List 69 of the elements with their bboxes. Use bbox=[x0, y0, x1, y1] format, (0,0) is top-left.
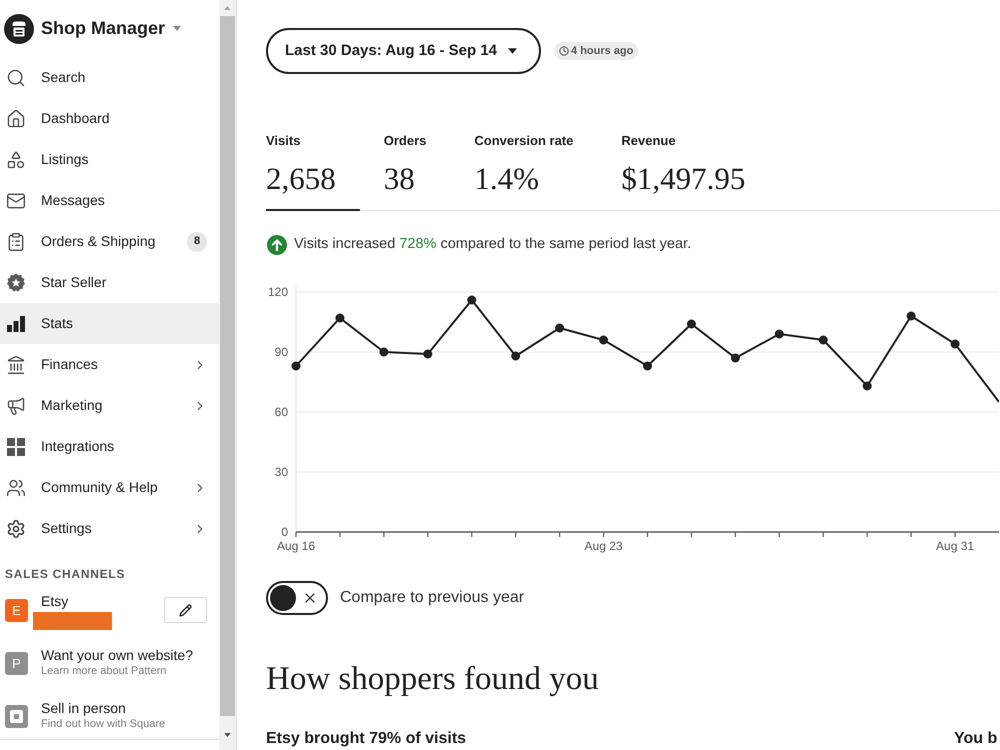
data-point bbox=[599, 336, 608, 344]
promo-link[interactable]: Want your own website? bbox=[41, 646, 193, 664]
metric-tab[interactable]: Revenue $1,497.95 bbox=[621, 133, 770, 211]
data-point bbox=[686, 320, 696, 328]
x-axis-label: Aug 31 bbox=[936, 539, 974, 553]
data-point bbox=[862, 382, 872, 390]
promo-link[interactable]: Sell in person bbox=[41, 699, 166, 717]
y-axis-label: 60 bbox=[274, 405, 288, 419]
promo-subtitle: Find out how with Square bbox=[41, 717, 166, 732]
data-point bbox=[467, 296, 476, 304]
home-icon bbox=[6, 108, 26, 128]
data-point bbox=[774, 330, 784, 338]
data-point bbox=[906, 312, 916, 320]
caret-down-icon bbox=[508, 48, 518, 54]
promo-subtitle: Learn more about Pattern bbox=[41, 664, 168, 679]
store-logo-icon bbox=[4, 14, 34, 44]
caret-down-icon bbox=[173, 26, 182, 31]
people-icon bbox=[6, 478, 26, 498]
section-title: How shoppers found you bbox=[266, 660, 600, 699]
megaphone-icon bbox=[6, 396, 26, 416]
metric-tab[interactable]: Visits 2,658 bbox=[266, 133, 360, 211]
metric-tab[interactable]: Conversion rate 1.4% bbox=[474, 133, 598, 211]
data-point bbox=[643, 362, 652, 370]
channel-name[interactable]: Etsy bbox=[33, 593, 164, 610]
data-point bbox=[292, 362, 300, 370]
data-point bbox=[555, 324, 564, 332]
pencil-icon bbox=[179, 604, 192, 616]
compare-toggle[interactable] bbox=[266, 581, 328, 615]
data-point bbox=[950, 340, 960, 348]
nav-item[interactable]: Stats bbox=[0, 303, 219, 344]
shapes-icon bbox=[6, 150, 26, 170]
scroll-down-icon[interactable] bbox=[224, 733, 231, 737]
square-icon bbox=[5, 705, 28, 728]
envelope-icon bbox=[6, 190, 26, 210]
y-axis-label: 30 bbox=[274, 465, 288, 479]
y-axis-label: 90 bbox=[274, 345, 288, 359]
data-point bbox=[730, 354, 740, 362]
column-heading: You b bbox=[954, 731, 998, 747]
toggle-label: Compare to previous year bbox=[340, 588, 524, 608]
metric-tab[interactable]: Orders 38 bbox=[384, 133, 450, 211]
column-heading: Etsy brought 79% of visits bbox=[266, 731, 468, 747]
x-axis-label: Aug 23 bbox=[584, 539, 623, 553]
data-point bbox=[423, 350, 432, 358]
grid-icon bbox=[6, 436, 26, 456]
x-axis-label: Aug 16 bbox=[276, 539, 316, 553]
star-badge-icon bbox=[6, 272, 26, 292]
settings-icon bbox=[6, 518, 26, 538]
clipboard-icon bbox=[6, 232, 26, 252]
bar-chart-icon bbox=[6, 314, 26, 334]
data-point bbox=[379, 348, 388, 356]
scrollbar-track[interactable] bbox=[219, 0, 236, 750]
letter-tile-icon: P bbox=[5, 652, 28, 675]
count-badge: 8 bbox=[187, 232, 207, 252]
letter-tile-icon: E bbox=[5, 599, 28, 622]
data-point bbox=[335, 314, 344, 322]
y-axis-label: 120 bbox=[268, 285, 288, 299]
clock-icon bbox=[559, 46, 570, 56]
updated-time: 4 hours ago bbox=[571, 46, 634, 56]
bank-icon bbox=[6, 354, 26, 374]
section-heading: SALES CHANNELS bbox=[4, 566, 126, 582]
scrollbar-thumb[interactable] bbox=[220, 16, 235, 716]
data-point bbox=[818, 336, 828, 344]
data-point bbox=[511, 352, 520, 360]
y-axis-label: 0 bbox=[281, 525, 288, 539]
search-icon bbox=[6, 68, 26, 88]
insight-text: Visits increased 728% compared to the same period last year. bbox=[294, 235, 692, 254]
edit-button[interactable] bbox=[164, 597, 207, 623]
date-range-button[interactable]: Last 30 Days: Aug 16 - Sep 14 bbox=[266, 28, 542, 74]
shop-manager-menu[interactable]: Shop Manager bbox=[0, 0, 219, 57]
